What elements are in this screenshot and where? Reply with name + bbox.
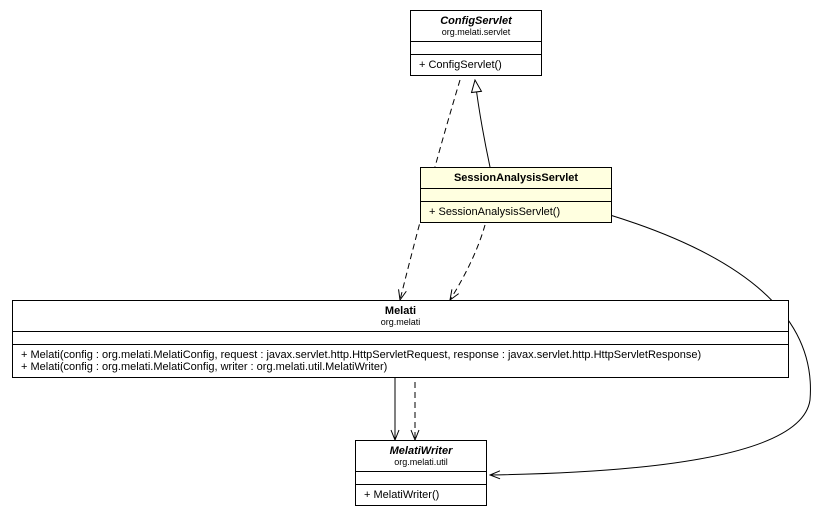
package-label: org.melati.servlet — [419, 27, 533, 37]
method: + Melati(config : org.melati.MelatiConfi… — [21, 349, 780, 361]
class-name: ConfigServlet — [419, 15, 533, 27]
uml-diagram: ConfigServlet org.melati.servlet + Confi… — [0, 0, 840, 523]
method: + Melati(config : org.melati.MelatiConfi… — [21, 361, 780, 373]
method: + MelatiWriter() — [356, 485, 486, 505]
class-session-analysis-servlet: SessionAnalysisServlet + SessionAnalysis… — [420, 167, 612, 223]
class-name: SessionAnalysisServlet — [429, 172, 603, 184]
package-label: org.melati — [21, 317, 780, 327]
class-config-servlet: ConfigServlet org.melati.servlet + Confi… — [410, 10, 542, 76]
method: + SessionAnalysisServlet() — [421, 202, 611, 222]
package-label: org.melati.util — [364, 457, 478, 467]
class-name: MelatiWriter — [364, 445, 478, 457]
class-melati-writer: MelatiWriter org.melati.util + MelatiWri… — [355, 440, 487, 506]
class-name: Melati — [21, 305, 780, 317]
class-melati: Melati org.melati + Melati(config : org.… — [12, 300, 789, 378]
method: + ConfigServlet() — [411, 55, 541, 75]
